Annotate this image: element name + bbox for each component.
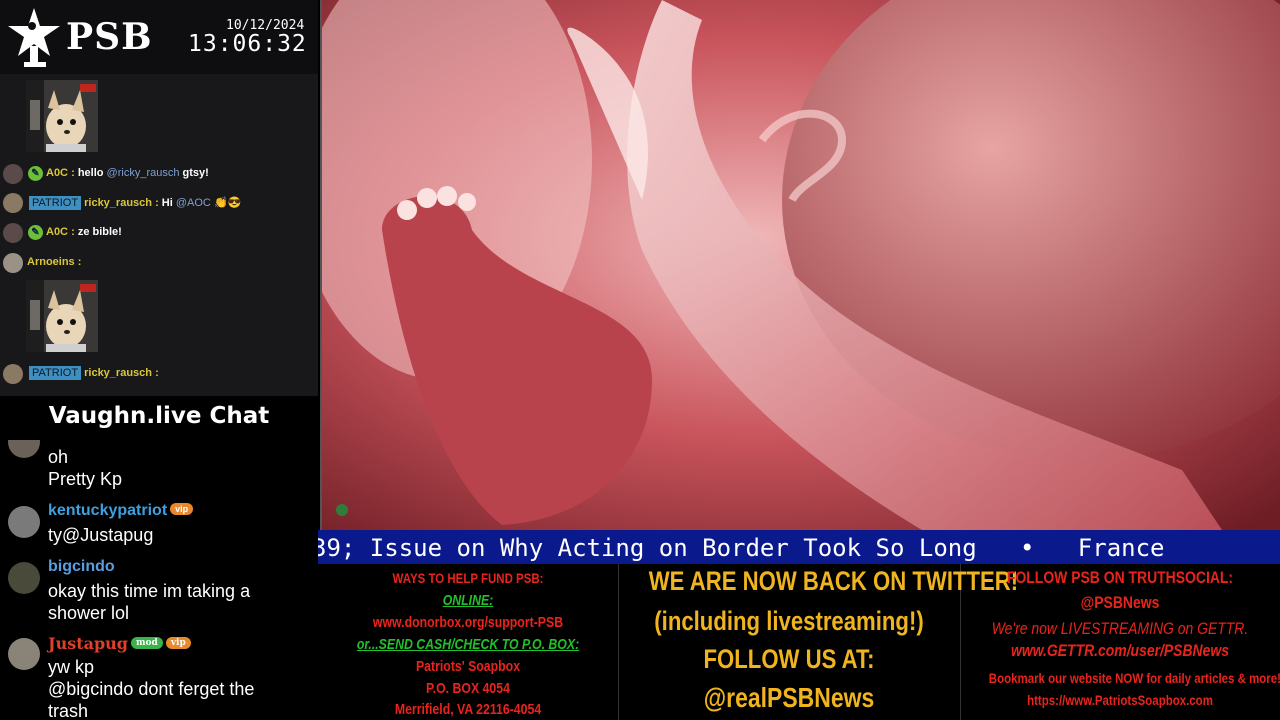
clock-display: 13:06:32 [188,31,307,57]
chat-message: Arnoeins : [0,251,318,275]
chat-text: oh [48,447,69,467]
top-chat-panel[interactable]: ✎ A0C : hello @ricky_rausch gtsy! PATRIO… [0,74,318,396]
leaf-badge-icon: ✎ [28,225,43,240]
cash-label: or...SEND CASH/CHECK TO P.O. BOX: [356,636,580,653]
chat-text: okay this time im taking a [48,581,251,601]
chat-title: Vaughn.live Chat [48,403,270,429]
chat-username[interactable]: A0C [46,226,68,238]
gettr-note: We're now LIVESTREAMING on GETTR. [991,619,1249,638]
chat-username[interactable]: ricky_rausch [84,197,152,209]
user-avatar [3,253,23,273]
truthsocial-title: FOLLOW PSB ON TRUTHSOCIAL: [1006,568,1234,587]
truthsocial-panel: FOLLOW PSB ON TRUTHSOCIAL: @PSBNews We'r… [960,564,1280,720]
chat-message: ✎ A0C : hello @ricky_rausch gtsy! [0,162,318,186]
chat-text: Pretty Kp [48,469,123,489]
chat-username[interactable]: Justapug [48,634,128,653]
patriot-badge: PATRIOT [29,366,82,380]
chat-text: hello [77,167,104,179]
chat-text: gtsy! [182,167,209,179]
chat-text: Hi [161,197,173,209]
mention-link[interactable]: @ricky_rausch [107,167,180,179]
info-footer: WAYS TO HELP FUND PSB: ONLINE: www.donor… [318,564,1280,720]
fund-psb-panel: WAYS TO HELP FUND PSB: ONLINE: www.donor… [318,564,619,720]
chihuahua-sticker-image [26,80,98,152]
twitter-panel: WE ARE NOW BACK ON TWITTER! (including l… [618,564,1019,720]
header-bar: PSB 10/12/2024 13:06:32 [0,0,318,74]
chat-username[interactable]: Arnoeins [27,256,75,268]
chat-text: yw kp [48,657,95,677]
chat-text: ze bible! [77,226,122,238]
psb-logo-icon [8,8,60,67]
user-avatar [8,638,40,670]
mod-badge: mod [130,636,163,649]
chat-username[interactable]: bigcindo [48,558,115,575]
logo-text: PSB [66,16,153,58]
chat-text: ty@Justapug [48,525,154,545]
gettr-link[interactable]: www.GETTR.com/user/PSBNews [989,641,1251,661]
follow-label: FOLLOW US AT: [703,644,875,674]
user-avatar [3,223,23,243]
twitter-headline: WE ARE NOW BACK ON TWITTER! [648,566,1019,596]
chat-username[interactable]: kentuckypatriot [48,502,167,519]
ticker-text: 39; Issue on Why Acting on Border Took S… [318,534,1165,562]
chat-message: PATRIOT ricky_rausch : [0,362,318,386]
patriot-badge: PATRIOT [29,196,82,210]
chat-text: trash [48,701,89,720]
website-link[interactable]: https://www.PatriotsSoapbox.com [989,692,1251,708]
user-avatar [8,440,40,458]
bookmark-note: Bookmark our website NOW for daily artic… [988,670,1280,686]
truthsocial-handle[interactable]: @PSBNews [989,593,1251,613]
mention-link[interactable]: @AOC [176,197,211,209]
vip-badge: vip [165,636,191,649]
user-avatar [8,506,40,538]
user-avatar [3,193,23,213]
address-line: Merrifield, VA 22116-4054 [394,701,542,718]
chat-text: @bigcindo dont ferget the [48,679,255,699]
twitter-handle[interactable]: @realPSBNews [649,682,929,714]
user-avatar [8,562,40,594]
video-frame-image [322,0,1280,530]
address-line: Patriots' Soapbox [415,658,521,675]
user-avatar [3,364,23,384]
emoji-text: 👏😎 [213,197,242,209]
chat-text: shower lol [48,603,130,623]
chat-message: PATRIOT ricky_rausch : Hi @AOC 👏😎 [0,191,318,215]
donorbox-link[interactable]: www.donorbox.org/support-PSB [345,614,591,631]
user-avatar [3,164,23,184]
twitter-subline: (including livestreaming!) [654,606,924,636]
chat-username[interactable]: A0C [46,167,68,179]
video-player[interactable] [320,0,1280,531]
chat-username[interactable]: ricky_rausch [84,367,152,379]
chihuahua-sticker-image [26,280,98,352]
leaf-badge-icon: ✎ [28,166,43,181]
online-label: ONLINE: [442,592,494,609]
vip-badge: vip [170,502,194,515]
news-ticker: 39; Issue on Why Acting on Border Took S… [318,530,1280,564]
address-line: P.O. BOX 4054 [426,680,510,697]
lower-chat-panel[interactable]: oh Pretty Kp kentuckypatriot vip ty@Justa… [0,440,318,720]
fund-title: WAYS TO HELP FUND PSB: [392,570,544,586]
chat-message: ✎ A0C : ze bible! [0,221,318,245]
